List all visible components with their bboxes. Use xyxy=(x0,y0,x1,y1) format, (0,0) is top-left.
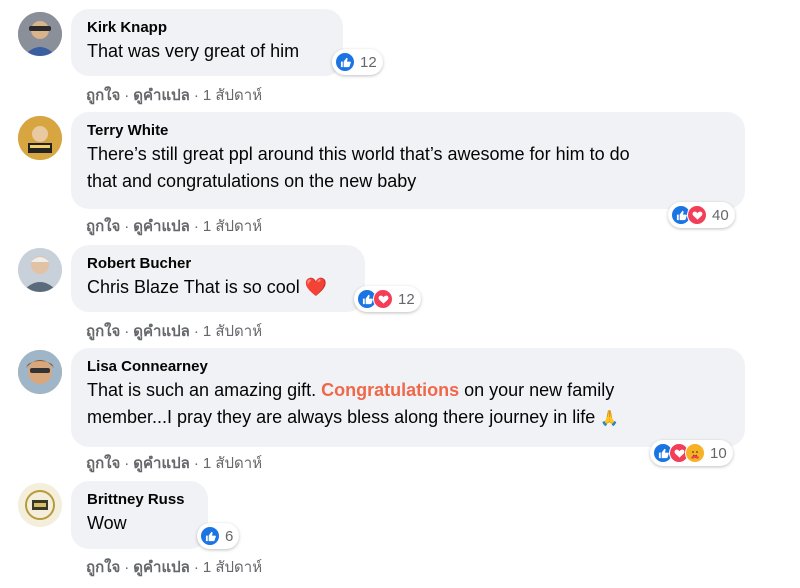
comment-author[interactable]: Robert Bucher xyxy=(87,254,351,274)
heart-emoji: ❤️ xyxy=(304,277,328,297)
comment-text-line: That is such an amazing gift. Congratula… xyxy=(87,377,731,404)
comment-author[interactable]: Terry White xyxy=(87,121,731,141)
like-reaction-icon xyxy=(335,52,355,72)
comment-actions: ถูกใจ · ดูคำแปล · 1 สัปดาห์ xyxy=(86,559,263,576)
love-reaction-icon xyxy=(373,289,393,309)
avatar[interactable] xyxy=(18,116,62,160)
like-button[interactable]: ถูกใจ xyxy=(86,559,120,576)
translate-button[interactable]: ดูคำแปล xyxy=(133,455,190,472)
comment-bubble: Brittney Russ Wow xyxy=(71,481,208,549)
reaction-count: 6 xyxy=(225,527,234,545)
comment-text-body: Chris Blaze That is so cool xyxy=(87,277,300,297)
reaction-summary[interactable]: 10 xyxy=(650,440,733,466)
reaction-summary[interactable]: 12 xyxy=(332,49,383,75)
congratulations-highlight: Congratulations xyxy=(321,380,460,400)
reaction-summary[interactable]: 6 xyxy=(197,523,240,549)
comment-bubble: Kirk Knapp That was very great of him xyxy=(71,9,343,76)
comment-text: Chris Blaze That is so cool ❤️ xyxy=(87,274,351,301)
comment-text-segment: member...I pray they are always bless al… xyxy=(87,407,596,427)
comment-text-segment: on your new family xyxy=(459,380,615,400)
translate-button[interactable]: ดูคำแปล xyxy=(133,323,190,340)
reaction-count: 40 xyxy=(712,206,729,224)
timestamp[interactable]: 1 สัปดาห์ xyxy=(203,218,262,235)
like-button[interactable]: ถูกใจ xyxy=(86,218,120,235)
comment-actions: ถูกใจ · ดูคำแปล · 1 สัปดาห์ xyxy=(86,87,263,104)
timestamp[interactable]: 1 สัปดาห์ xyxy=(203,87,262,104)
translate-button[interactable]: ดูคำแปล xyxy=(133,559,190,576)
comment-text-line: member...I pray they are always bless al… xyxy=(87,404,731,432)
comment-text-line: There’s still great ppl around this worl… xyxy=(87,144,630,164)
reaction-summary[interactable]: 12 xyxy=(354,286,421,312)
comment-text-line: that and congratulations on the new baby xyxy=(87,171,417,191)
comment-author[interactable]: Lisa Connearney xyxy=(87,357,731,377)
comment-author[interactable]: Brittney Russ xyxy=(87,490,194,510)
avatar[interactable] xyxy=(18,12,62,56)
timestamp[interactable]: 1 สัปดาห์ xyxy=(203,559,262,576)
comment-bubble: Terry White There’s still great ppl arou… xyxy=(71,112,745,209)
avatar[interactable] xyxy=(18,483,62,527)
reaction-count: 10 xyxy=(710,444,727,462)
reaction-count: 12 xyxy=(398,290,415,308)
avatar[interactable] xyxy=(18,350,62,394)
like-button[interactable]: ถูกใจ xyxy=(86,323,120,340)
comment-author[interactable]: Kirk Knapp xyxy=(87,18,329,38)
timestamp[interactable]: 1 สัปดาห์ xyxy=(203,323,262,340)
comment-text-segment: That is such an amazing gift. xyxy=(87,380,322,400)
care-reaction-icon xyxy=(685,443,705,463)
comment-actions: ถูกใจ · ดูคำแปล · 1 สัปดาห์ xyxy=(86,218,263,235)
timestamp[interactable]: 1 สัปดาห์ xyxy=(203,455,262,472)
comment-actions: ถูกใจ · ดูคำแปล · 1 สัปดาห์ xyxy=(86,455,263,472)
avatar[interactable] xyxy=(18,248,62,292)
like-button[interactable]: ถูกใจ xyxy=(86,455,120,472)
praying-hands-emoji: 🙏 xyxy=(600,410,619,427)
reaction-summary[interactable]: 40 xyxy=(668,202,735,228)
translate-button[interactable]: ดูคำแปล xyxy=(133,87,190,104)
love-reaction-icon xyxy=(687,205,707,225)
comment-text: Wow xyxy=(87,513,127,533)
comment-bubble: Lisa Connearney That is such an amazing … xyxy=(71,348,745,447)
like-reaction-icon xyxy=(200,526,220,546)
like-button[interactable]: ถูกใจ xyxy=(86,87,120,104)
translate-button[interactable]: ดูคำแปล xyxy=(133,218,190,235)
comment-actions: ถูกใจ · ดูคำแปล · 1 สัปดาห์ xyxy=(86,323,263,340)
comment-text: That was very great of him xyxy=(87,41,300,61)
reaction-count: 12 xyxy=(360,53,377,71)
comment-bubble: Robert Bucher Chris Blaze That is so coo… xyxy=(71,245,365,312)
